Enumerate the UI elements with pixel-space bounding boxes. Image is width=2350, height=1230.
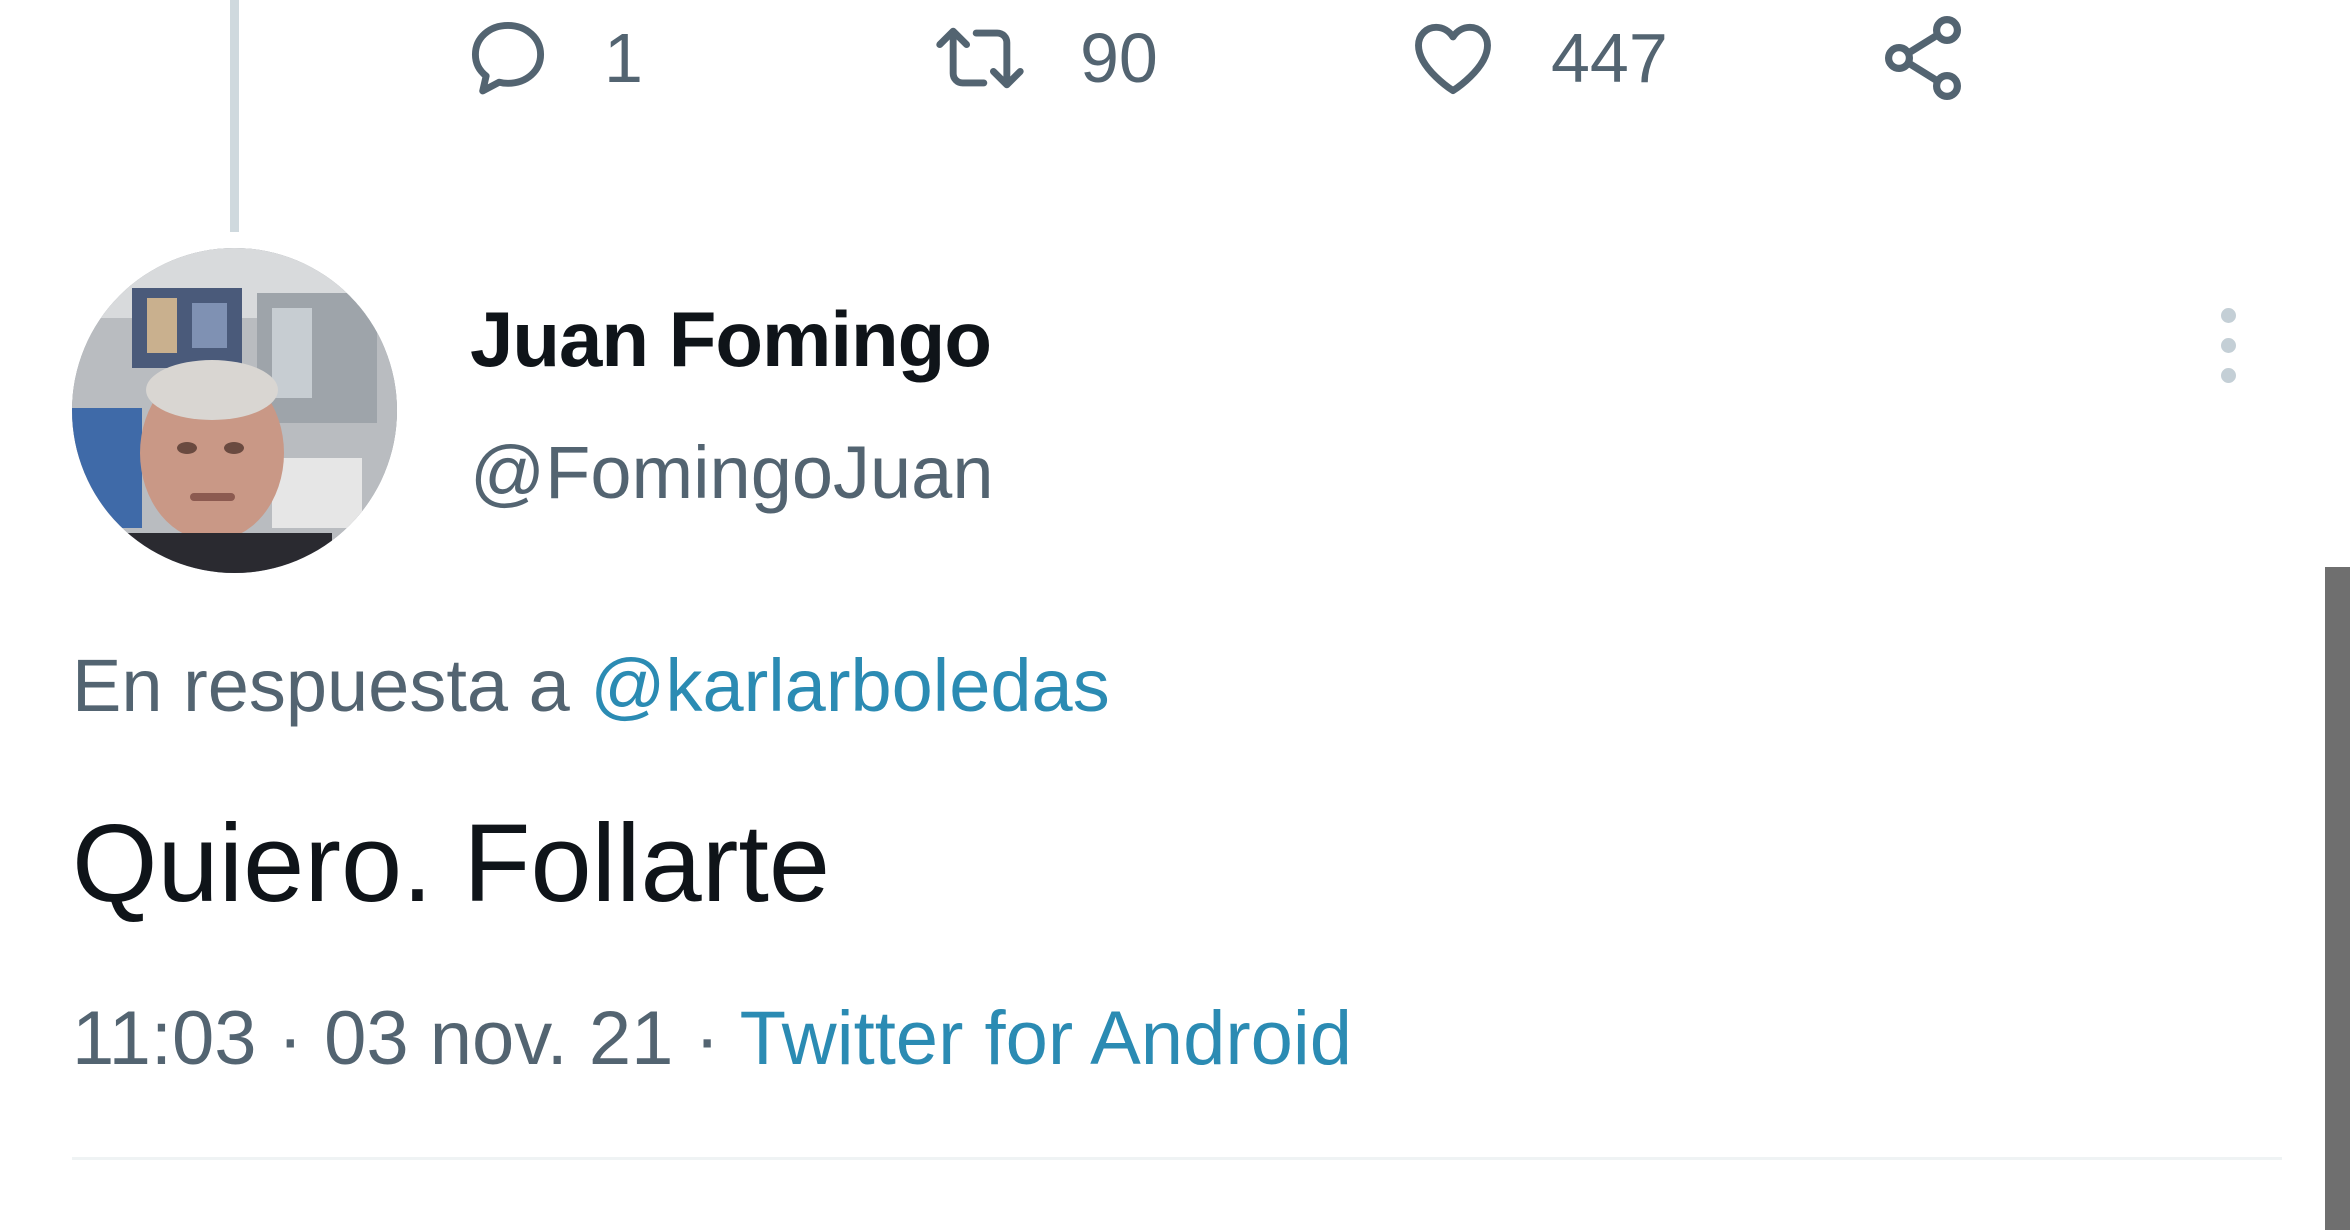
- like-count: 447: [1551, 19, 1668, 97]
- like-button[interactable]: 447: [1405, 8, 1668, 108]
- retweet-icon: [936, 27, 1024, 89]
- retweet-button[interactable]: 90: [930, 8, 1158, 108]
- reply-icon: [471, 21, 545, 95]
- reply-count: 1: [604, 19, 643, 97]
- more-dot: [2221, 368, 2236, 383]
- reply-prefix: En respuesta a: [72, 644, 591, 727]
- retweet-count: 90: [1080, 19, 1158, 97]
- more-dot: [2221, 308, 2236, 323]
- avatar[interactable]: [72, 248, 397, 573]
- profile-photo: [72, 248, 397, 573]
- tweet-time[interactable]: 11:03: [72, 996, 257, 1081]
- meta-separator: ·: [673, 996, 740, 1081]
- tweet-source-link[interactable]: Twitter for Android: [740, 996, 1353, 1081]
- reply-button[interactable]: 1: [462, 8, 643, 108]
- more-dot: [2221, 338, 2236, 353]
- tweet-metadata: 11:03 · 03 nov. 21 · Twitter for Android: [72, 995, 1352, 1082]
- author-handle[interactable]: @FomingoJuan: [470, 430, 994, 515]
- tweet-action-bar: 1 90 447: [0, 0, 2350, 120]
- more-options-button[interactable]: [2208, 300, 2248, 390]
- heart-icon: [1415, 23, 1491, 95]
- scrollbar[interactable]: [2325, 567, 2350, 1230]
- tweet-date[interactable]: 03 nov. 21: [324, 996, 673, 1081]
- share-button[interactable]: [1875, 8, 1971, 108]
- divider: [72, 1157, 2282, 1160]
- share-icon: [1885, 16, 1961, 100]
- author-display-name[interactable]: Juan Fomingo: [470, 294, 992, 385]
- reply-mention-link[interactable]: @karlarboledas: [590, 644, 1109, 727]
- meta-separator: ·: [256, 996, 325, 1081]
- reply-context: En respuesta a @karlarboledas: [72, 643, 1110, 728]
- tweet-text: Quiero. Follarte: [72, 802, 831, 925]
